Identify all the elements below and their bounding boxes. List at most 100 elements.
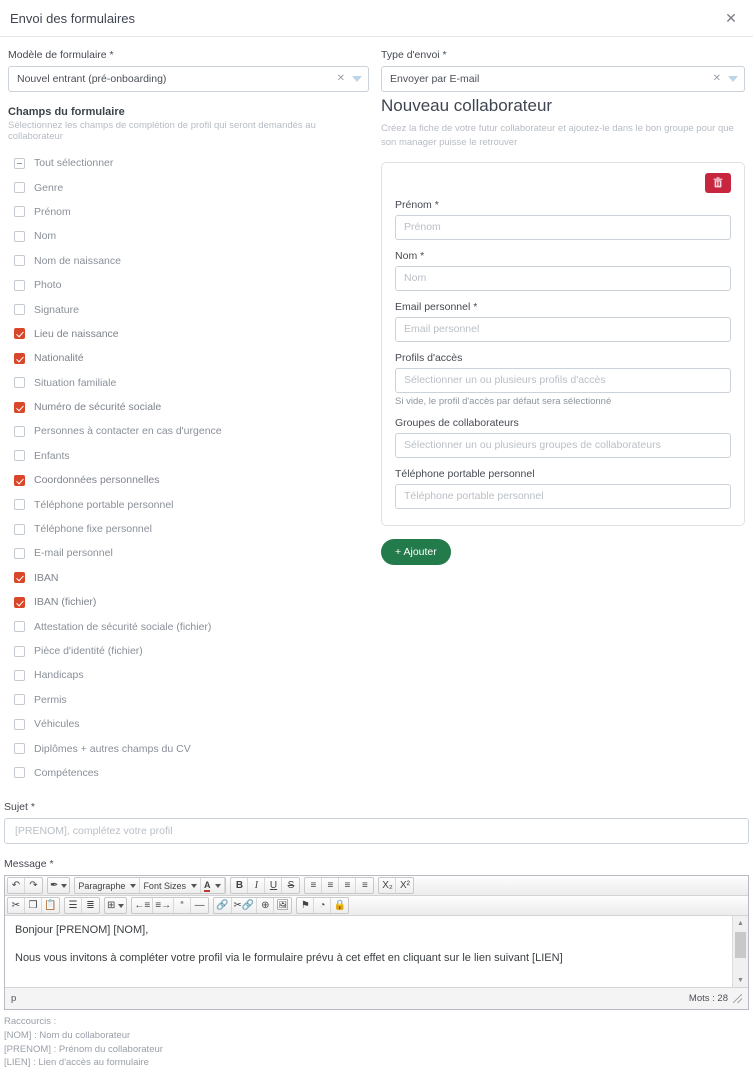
checkbox[interactable] <box>14 645 25 657</box>
editor-scrollbar[interactable]: ▲ ▼ <box>732 916 748 988</box>
form-field-checkbox-row[interactable]: Personnes à contacter en cas d'urgence <box>8 419 369 443</box>
paste-icon[interactable]: 📋 <box>42 898 59 913</box>
form-field-checkbox-row[interactable]: E-mail personnel <box>8 541 369 565</box>
horizontal-rule-icon[interactable]: — <box>191 898 208 913</box>
spellcheck-icon[interactable]: ✒ <box>48 878 69 893</box>
delete-collaborator-button[interactable] <box>705 172 731 193</box>
checkbox[interactable] <box>14 328 25 340</box>
checkbox[interactable] <box>14 157 25 169</box>
undo-icon[interactable]: ↶ <box>8 878 25 894</box>
subscript-button[interactable]: X₂ <box>379 878 397 894</box>
checkbox[interactable] <box>14 523 25 535</box>
collaborator-field-input[interactable] <box>395 367 731 393</box>
form-field-checkbox-row[interactable]: Attestation de sécurité sociale (fichier… <box>8 614 369 638</box>
form-field-checkbox-row[interactable]: Tout sélectionner <box>8 151 369 175</box>
align-right-icon[interactable]: ≡ <box>339 878 357 894</box>
send-type-select[interactable]: Envoyer par E-mail ✕ <box>381 66 745 92</box>
checkbox[interactable] <box>14 206 25 218</box>
align-center-icon[interactable]: ≡ <box>322 878 340 894</box>
form-field-checkbox-row[interactable]: Véhicules <box>8 712 369 736</box>
lock-icon[interactable]: 🔒 <box>331 898 348 913</box>
clock-icon[interactable]: ◔ <box>314 898 332 914</box>
text-color-button[interactable]: A <box>201 878 226 894</box>
copy-icon[interactable]: ❐ <box>25 898 42 914</box>
collaborator-field-input[interactable] <box>395 432 731 458</box>
checkbox[interactable] <box>14 669 25 681</box>
table-icon[interactable]: ⊞ <box>105 898 126 913</box>
form-field-checkbox-row[interactable]: Enfants <box>8 444 369 468</box>
indent-icon[interactable]: ≡→ <box>153 898 175 914</box>
checkbox[interactable] <box>14 304 25 316</box>
form-field-checkbox-row[interactable]: Nom de naissance <box>8 249 369 273</box>
form-field-checkbox-row[interactable]: Pièce d'identité (fichier) <box>8 639 369 663</box>
form-field-checkbox-row[interactable]: Compétences <box>8 761 369 785</box>
collaborator-field-input[interactable] <box>395 214 731 240</box>
scroll-down-icon[interactable]: ▼ <box>733 973 748 987</box>
checkbox[interactable] <box>14 352 25 364</box>
paragraph-format-select[interactable]: Paragraphe <box>75 878 141 894</box>
checkbox[interactable] <box>14 718 25 730</box>
form-field-checkbox-row[interactable]: Numéro de sécurité sociale <box>8 395 369 419</box>
checkbox[interactable] <box>14 377 25 389</box>
form-field-checkbox-row[interactable]: Situation familiale <box>8 371 369 395</box>
checkbox[interactable] <box>14 255 25 267</box>
form-field-checkbox-row[interactable]: Signature <box>8 297 369 321</box>
chevron-down-icon[interactable] <box>352 76 363 82</box>
collaborator-field-input[interactable] <box>395 265 731 291</box>
blockquote-icon[interactable]: “ <box>174 898 192 914</box>
chevron-down-icon[interactable] <box>728 76 738 82</box>
checkbox[interactable] <box>14 767 25 779</box>
underline-button[interactable]: U <box>265 878 283 894</box>
image-icon[interactable]: 🖼 <box>274 898 291 913</box>
checkbox[interactable] <box>14 621 25 633</box>
form-field-checkbox-row[interactable]: Photo <box>8 273 369 297</box>
form-field-checkbox-row[interactable]: Téléphone fixe personnel <box>8 517 369 541</box>
scrollbar-thumb[interactable] <box>735 932 746 959</box>
checkbox[interactable] <box>14 182 25 194</box>
checkbox[interactable] <box>14 425 25 437</box>
numbered-list-icon[interactable]: ≣ <box>82 898 99 913</box>
editor-resize-handle[interactable] <box>733 994 742 1004</box>
template-clear-icon[interactable]: ✕ <box>332 74 350 84</box>
form-field-checkbox-row[interactable]: Nationalité <box>8 346 369 370</box>
checkbox[interactable] <box>14 230 25 242</box>
form-field-checkbox-row[interactable]: Téléphone portable personnel <box>8 492 369 516</box>
outdent-icon[interactable]: ←≡ <box>132 898 154 914</box>
align-left-icon[interactable]: ≡ <box>305 878 323 894</box>
strikethrough-button[interactable]: S <box>282 878 299 893</box>
font-size-select[interactable]: Font Sizes <box>140 878 201 894</box>
form-field-checkbox-row[interactable]: Prénom <box>8 200 369 224</box>
unlink-icon[interactable]: ✂🔗 <box>232 898 258 914</box>
italic-button[interactable]: I <box>248 878 266 894</box>
add-collaborator-button[interactable]: + Ajouter <box>381 538 451 565</box>
scroll-up-icon[interactable]: ▲ <box>733 916 748 930</box>
subject-input[interactable] <box>4 818 749 845</box>
collaborator-field-input[interactable] <box>395 483 731 509</box>
form-field-checkbox-row[interactable]: Handicaps <box>8 663 369 687</box>
link-icon[interactable]: 🔗 <box>214 898 232 914</box>
bullet-list-icon[interactable]: ☰ <box>65 898 82 914</box>
checkbox[interactable] <box>14 596 25 608</box>
checkbox[interactable] <box>14 743 25 755</box>
bold-button[interactable]: B <box>231 878 249 894</box>
form-field-checkbox-row[interactable]: Nom <box>8 224 369 248</box>
message-editor-text[interactable]: Bonjour [PRENOM] [NOM], Nous vous inviton… <box>5 916 748 986</box>
checkbox[interactable] <box>14 450 25 462</box>
message-editor-body[interactable]: Bonjour [PRENOM] [NOM], Nous vous inviton… <box>5 916 748 989</box>
collaborator-field-input[interactable] <box>395 316 731 342</box>
checkbox[interactable] <box>14 474 25 486</box>
checkbox[interactable] <box>14 547 25 559</box>
form-field-checkbox-row[interactable]: Coordonnées personnelles <box>8 468 369 492</box>
flag-icon[interactable]: ⚑ <box>297 898 315 914</box>
checkbox[interactable] <box>14 401 25 413</box>
checkbox[interactable] <box>14 279 25 291</box>
anchor-icon[interactable]: ⊕ <box>257 898 275 914</box>
close-icon[interactable]: ✕ <box>723 10 739 26</box>
cut-icon[interactable]: ✂ <box>8 898 25 914</box>
superscript-button[interactable]: X² <box>396 878 413 893</box>
form-field-checkbox-row[interactable]: Genre <box>8 175 369 199</box>
checkbox[interactable] <box>14 694 25 706</box>
form-field-checkbox-row[interactable]: IBAN (fichier) <box>8 590 369 614</box>
align-justify-icon[interactable]: ≡ <box>356 878 373 893</box>
form-field-checkbox-row[interactable]: Permis <box>8 688 369 712</box>
